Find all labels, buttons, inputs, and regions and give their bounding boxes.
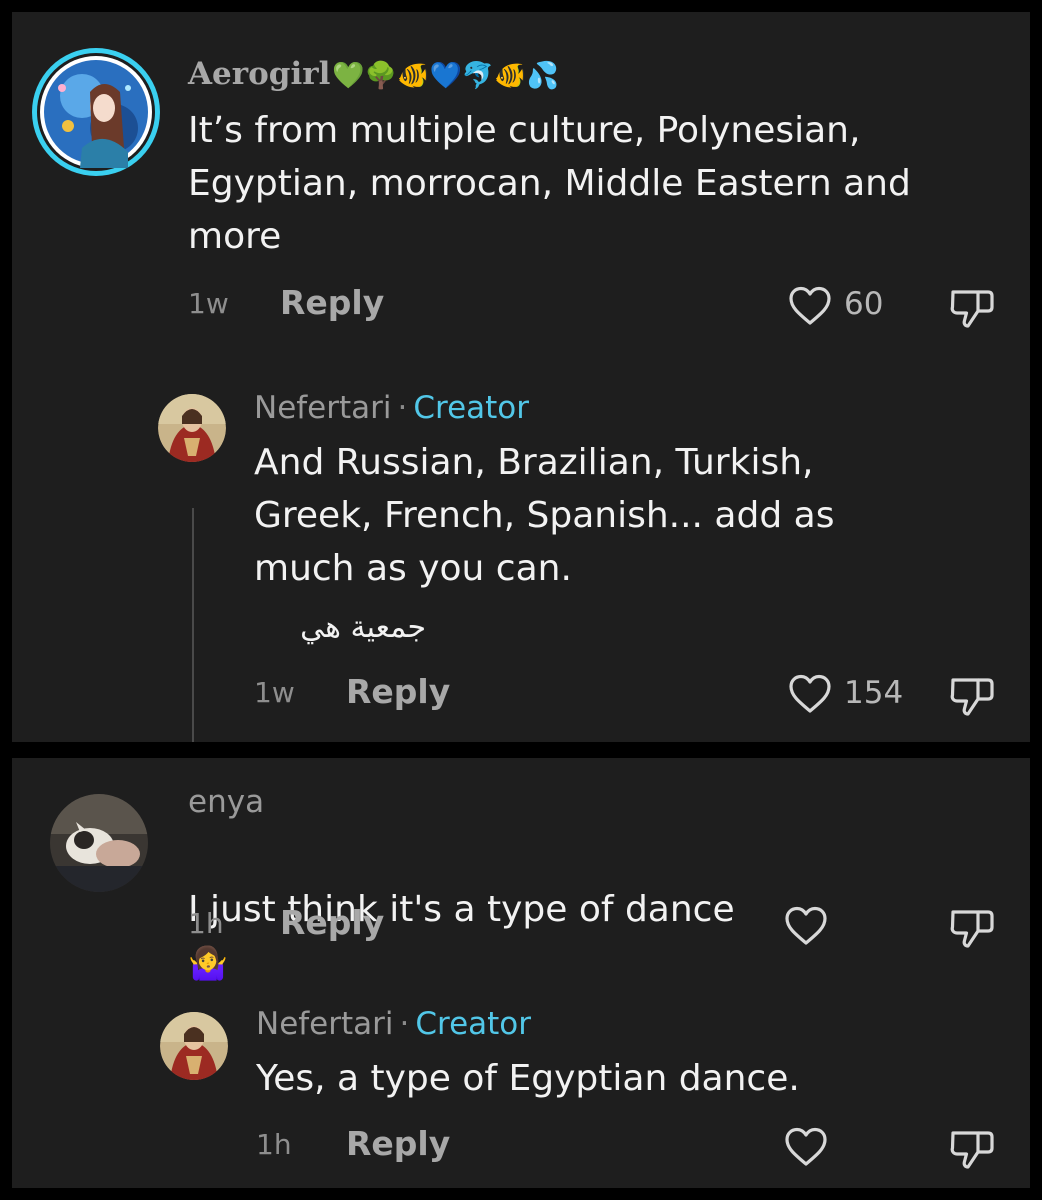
reply-button[interactable]: Reply	[280, 903, 384, 943]
thread-line	[192, 508, 194, 742]
creator-badge: Creator	[415, 1006, 532, 1042]
avatar-nefertari[interactable]	[158, 394, 226, 462]
username-emojis: 💚🌳🐠💙🐬🐠💦	[332, 61, 559, 91]
shrug-emoji-icon: 🤷‍♀️	[188, 944, 228, 982]
reply-username[interactable]: Nefertari	[256, 1006, 394, 1042]
comment-username[interactable]: Aerogirl	[188, 56, 330, 92]
heart-icon[interactable]	[788, 674, 832, 714]
comment-panel-1: Aerogirl💚🌳🐠💙🐬🐠💦 It’s from multiple cultu…	[12, 12, 1030, 742]
dislike-icon[interactable]	[948, 286, 996, 330]
avatar-aerogirl-image	[32, 48, 160, 176]
reply-text: And Russian, Brazilian, Turkish, Greek, …	[254, 442, 835, 589]
like-count: 154	[844, 675, 904, 711]
heart-icon[interactable]	[788, 286, 832, 326]
avatar-nefertari[interactable]	[160, 1012, 228, 1080]
like-count: 60	[844, 286, 884, 322]
avatar-nefertari-image	[160, 1012, 228, 1080]
reply-header: Nefertari · Creator	[256, 1004, 531, 1044]
reply-arabic-text: جمعية هي	[300, 610, 426, 645]
reply-header: Nefertari · Creator	[254, 388, 529, 428]
reply-button[interactable]: Reply	[346, 672, 450, 712]
reply-button[interactable]: Reply	[346, 1124, 450, 1164]
avatar-enya-image	[50, 794, 148, 892]
reply-text: Yes, a type of Egyptian dance.	[256, 1058, 800, 1099]
reply-timestamp: 1w	[254, 676, 295, 709]
avatar-enya[interactable]	[50, 794, 148, 892]
comment-timestamp: 1h	[188, 907, 224, 940]
comment-panel-2: enya I just think it's a type of dance 🤷…	[12, 758, 1030, 1188]
heart-icon[interactable]	[784, 1127, 828, 1167]
comment-username-row: Aerogirl💚🌳🐠💙🐬🐠💦	[188, 54, 559, 96]
creator-badge: Creator	[413, 390, 530, 426]
comment-timestamp: 1w	[188, 287, 229, 320]
comment-text: It’s from multiple culture, Polynesian, …	[188, 110, 911, 257]
comment-username[interactable]: enya	[188, 782, 264, 822]
separator-dot: ·	[397, 390, 408, 426]
avatar-nefertari-image	[158, 394, 226, 462]
reply-username[interactable]: Nefertari	[254, 390, 392, 426]
reply-timestamp: 1h	[256, 1128, 292, 1161]
heart-icon[interactable]	[784, 906, 828, 946]
dislike-icon[interactable]	[948, 1127, 996, 1171]
dislike-icon[interactable]	[948, 674, 996, 718]
avatar-aerogirl[interactable]	[32, 48, 160, 176]
comment-text: I just think it's a type of dance	[188, 889, 735, 930]
reply-button[interactable]: Reply	[280, 283, 384, 323]
separator-dot: ·	[399, 1006, 410, 1042]
dislike-icon[interactable]	[948, 906, 996, 950]
